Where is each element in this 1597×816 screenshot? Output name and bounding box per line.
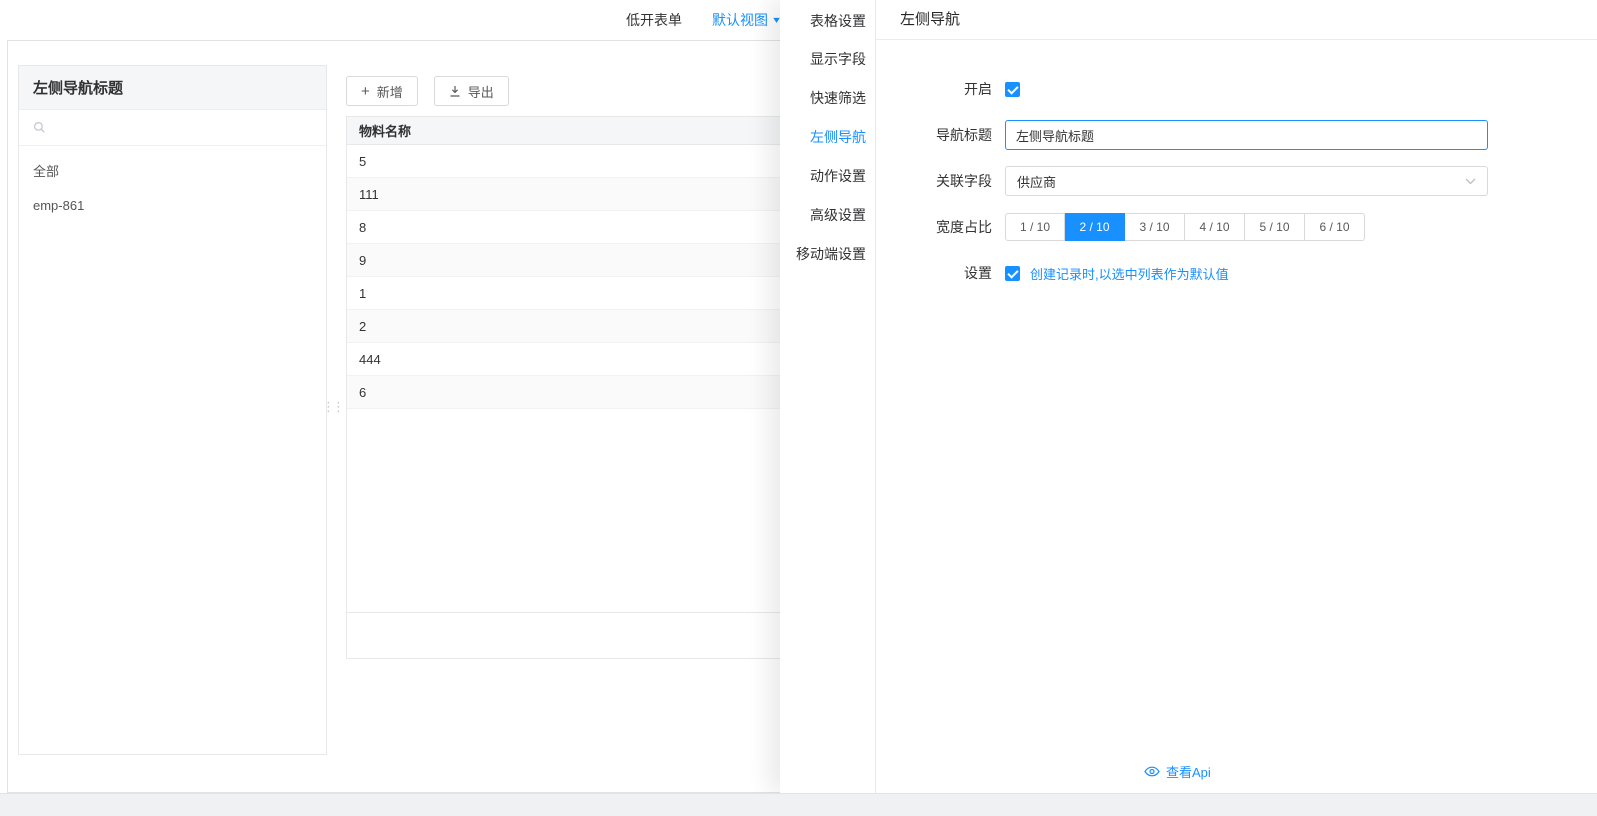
enable-checkbox[interactable] xyxy=(1005,81,1020,97)
nav-title-row: 导航标题 xyxy=(876,120,1597,150)
settings-menu: 表格设置 显示字段 快速筛选 左侧导航 动作设置 高级设置 移动端设置 xyxy=(780,0,876,793)
settings-label: 设置 xyxy=(964,265,992,281)
left-nav-search-input[interactable] xyxy=(54,120,312,135)
add-button-label: 新增 xyxy=(376,84,403,100)
download-icon xyxy=(450,85,460,97)
width-option-5-10[interactable]: 5 / 10 xyxy=(1245,213,1305,241)
eye-icon xyxy=(1144,766,1160,777)
width-ratio-group: 1 / 10 2 / 10 3 / 10 4 / 10 5 / 10 6 / 1… xyxy=(1005,213,1365,241)
left-nav-settings-form: 开启 导航标题 关联字段 供应商 宽度占比 1 / 10 xyxy=(876,78,1597,284)
width-ratio-row: 宽度占比 1 / 10 2 / 10 3 / 10 4 / 10 5 / 10 … xyxy=(876,212,1597,242)
menu-item-left-nav[interactable]: 左侧导航 xyxy=(780,118,875,157)
left-nav-item-all[interactable]: 全部 xyxy=(19,152,326,189)
related-field-select[interactable]: 供应商 xyxy=(1005,166,1488,196)
chevron-down-icon xyxy=(1465,178,1476,184)
export-button-label: 导出 xyxy=(467,84,494,100)
nav-title-label: 导航标题 xyxy=(936,127,992,143)
related-field-label: 关联字段 xyxy=(936,173,992,189)
settings-default-value-link[interactable]: 创建记录时,以选中列表作为默认值 xyxy=(1030,264,1229,283)
settings-row: 设置 创建记录时,以选中列表作为默认值 xyxy=(876,262,1597,284)
tab-default-view-label: 默认视图 xyxy=(712,12,768,28)
panel-resize-handle[interactable]: ⋮⋮ xyxy=(322,399,345,415)
left-nav-panel: 左侧导航标题 全部 emp-861 xyxy=(18,65,327,755)
view-api-link[interactable]: 查看Api xyxy=(1144,762,1211,781)
menu-item-quick-filter[interactable]: 快速筛选 xyxy=(780,79,875,118)
caret-down-icon: ▾ xyxy=(773,14,780,26)
related-field-row: 关联字段 供应商 xyxy=(876,166,1597,196)
enable-row: 开启 xyxy=(876,78,1597,100)
menu-item-advanced-settings[interactable]: 高级设置 xyxy=(780,196,875,235)
width-option-6-10[interactable]: 6 / 10 xyxy=(1305,213,1365,241)
width-ratio-label: 宽度占比 xyxy=(936,219,992,235)
width-option-2-10[interactable]: 2 / 10 xyxy=(1065,213,1125,241)
menu-item-display-fields[interactable]: 显示字段 xyxy=(780,40,875,79)
menu-item-action-settings[interactable]: 动作设置 xyxy=(780,157,875,196)
left-nav-title: 左侧导航标题 xyxy=(19,66,326,110)
plus-icon: + xyxy=(361,82,370,100)
tab-form-label: 低开表单 xyxy=(626,12,682,28)
view-api-label: 查看Api xyxy=(1166,765,1211,780)
width-option-1-10[interactable]: 1 / 10 xyxy=(1005,213,1065,241)
add-button[interactable]: + 新增 xyxy=(346,76,418,106)
nav-title-input[interactable] xyxy=(1005,120,1488,150)
settings-checkbox[interactable] xyxy=(1005,265,1020,281)
related-field-value: 供应商 xyxy=(1017,174,1057,190)
menu-item-mobile-settings[interactable]: 移动端设置 xyxy=(780,235,875,274)
settings-menu-title: 表格设置 xyxy=(810,13,866,29)
left-nav-item-list: 全部 emp-861 xyxy=(19,146,326,222)
tab-default-view[interactable]: 默认视图 ▾ xyxy=(712,10,780,30)
settings-drawer: 表格设置 显示字段 快速筛选 左侧导航 动作设置 高级设置 移动端设置 左侧导航… xyxy=(780,0,1597,793)
export-button[interactable]: 导出 xyxy=(433,76,509,106)
width-option-4-10[interactable]: 4 / 10 xyxy=(1185,213,1245,241)
drawer-content: 左侧导航 开启 导航标题 关联字段 供应商 宽度占比 xyxy=(876,0,1597,793)
drawer-panel-title: 左侧导航 xyxy=(876,0,1597,40)
tab-form[interactable]: 低开表单 xyxy=(626,10,682,30)
width-option-3-10[interactable]: 3 / 10 xyxy=(1125,213,1185,241)
bottom-strip xyxy=(0,793,1597,816)
left-nav-search-row xyxy=(19,110,326,146)
enable-label: 开启 xyxy=(964,81,992,97)
search-icon xyxy=(34,122,45,133)
view-tabs: 低开表单 默认视图 ▾ xyxy=(626,0,780,40)
left-nav-item-emp-861[interactable]: emp-861 xyxy=(19,189,326,222)
